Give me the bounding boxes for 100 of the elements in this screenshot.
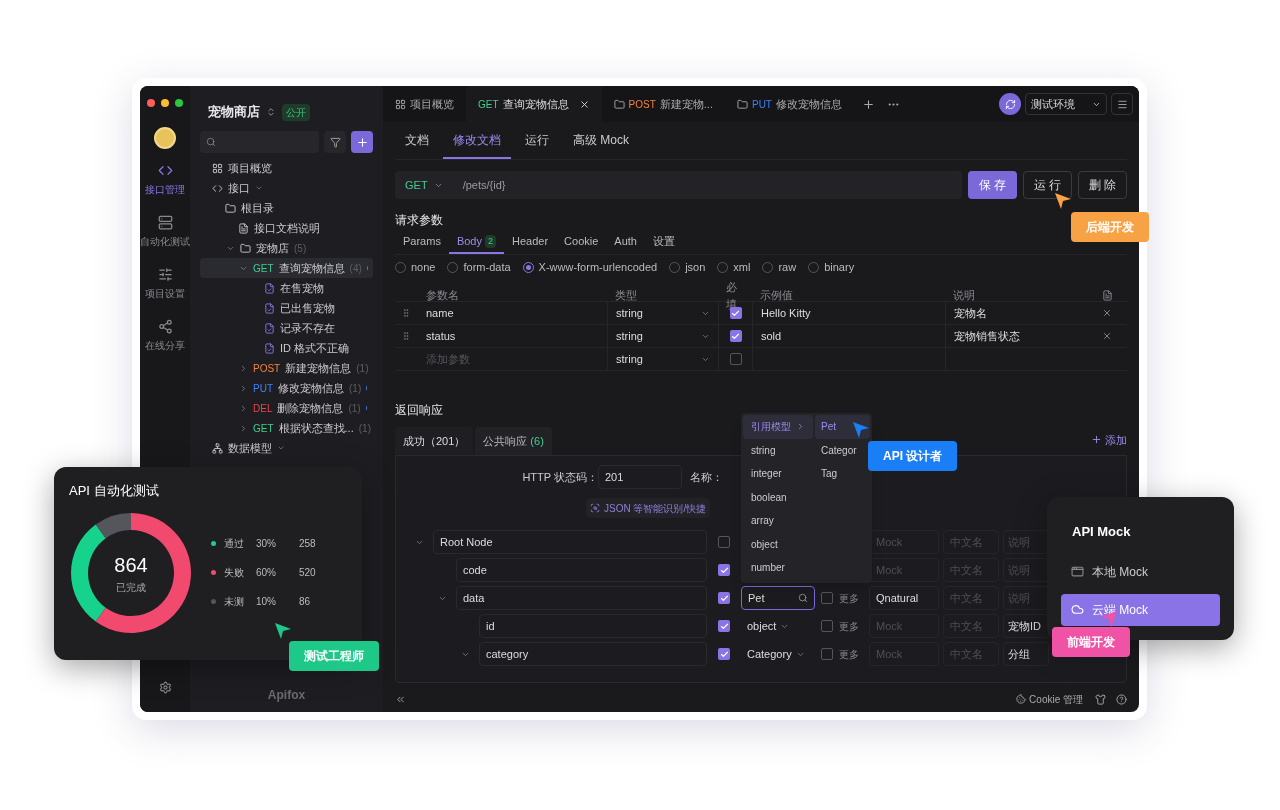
menu-item[interactable]: boolean [743,485,813,509]
editor-tab[interactable]: POST 新建宠物... [601,86,725,122]
field-name-input[interactable]: id [479,614,707,638]
model-item[interactable]: Categor [815,438,870,462]
field-name-input[interactable]: code [456,558,707,582]
param-tab[interactable]: Body 2 [448,231,504,254]
drag-handle-icon[interactable] [401,331,411,341]
tree-item[interactable]: 宠物店 (5) [200,238,373,258]
environment-select[interactable]: 测试环境 [1025,93,1107,115]
action-button[interactable]: 删 除 [1078,171,1127,199]
field-name-input[interactable]: data [456,586,707,610]
type-select[interactable]: object [741,614,815,638]
remove-icon[interactable] [1102,331,1112,341]
doc-tab[interactable]: 高级 Mock [563,122,639,159]
tree-item[interactable]: 在售宠物 [200,278,373,298]
tree-item[interactable]: ID 格式不正确 [200,338,373,358]
rail-item[interactable]: 项目设置 [140,267,190,301]
rail-item[interactable]: 自动化测试 [140,215,190,249]
rail-item[interactable]: 接口管理 [140,163,190,197]
menu-item[interactable]: array [743,509,813,533]
url-field[interactable]: GET /pets/{id} [395,171,962,199]
type-select[interactable]: string [607,325,718,347]
search-field[interactable] [200,131,319,153]
editor-tab[interactable]: GET 查询宠物信息 [466,86,602,122]
param-tab[interactable]: 设置 [644,231,683,254]
doc-tab[interactable]: 文档 [395,122,439,159]
add-button[interactable] [351,131,373,153]
checkbox[interactable] [718,564,730,576]
endpoint-item[interactable]: PUT 修改宠物信息 (1) [200,378,373,398]
menu-item[interactable]: 引用模型 [743,415,813,439]
editor-tab[interactable]: PUT 修改宠物信息 [724,86,854,122]
checkbox[interactable] [821,592,833,604]
new-tab-icon[interactable] [861,97,875,111]
checkbox[interactable] [718,648,730,660]
tree-item[interactable]: 数据模型 [200,438,373,458]
close-icon[interactable] [578,98,590,110]
menu-button[interactable] [1111,93,1133,115]
menu-item[interactable]: object [743,532,813,556]
radio-option[interactable]: X-www-form-urlencoded [522,258,658,276]
doc-tab[interactable]: 修改文档 [443,122,511,159]
radio-option[interactable]: xml [717,258,751,276]
editor-tab[interactable]: 项目概览 [383,86,466,122]
mock-option[interactable]: 本地 Mock [1061,555,1220,588]
status-code-field[interactable]: 201 [598,465,682,489]
endpoint-item[interactable]: DEL 删除宠物信息 (1) [200,398,373,418]
type-select[interactable]: string [607,348,718,370]
checkbox[interactable] [729,330,742,342]
param-tab[interactable]: Cookie [556,231,607,254]
bulk-edit-icon[interactable] [1102,290,1113,301]
save-button[interactable]: 保 存 [968,171,1017,199]
field-name-input[interactable]: category [479,642,707,666]
rail-item[interactable]: 在线分享 [140,319,190,353]
radio-option[interactable]: raw [762,258,797,276]
sync-icon[interactable] [999,93,1021,115]
method-select[interactable]: GET [405,176,443,194]
model-item[interactable]: Tag [815,462,870,486]
radio-option[interactable]: form-data [447,258,511,276]
endpoint-item[interactable]: POST 新建宠物信息 (1) [200,358,373,378]
tree-item[interactable]: 项目概览 [200,158,373,178]
tree-item[interactable]: 接口 [200,178,373,198]
cookie-button[interactable]: Cookie 管理 [1016,691,1083,707]
param-tab[interactable]: Header [504,231,557,254]
menu-item[interactable]: integer [743,462,813,486]
checkbox[interactable] [821,620,833,632]
checkbox[interactable] [729,353,742,365]
checkbox[interactable] [718,620,730,632]
radio-option[interactable]: binary [808,258,855,276]
tree-item[interactable]: 记录不存在 [200,318,373,338]
doc-tab[interactable]: 运行 [515,122,559,159]
drag-handle-icon[interactable] [401,308,411,318]
add-link[interactable]: 添加 [1091,431,1127,448]
field-name-input[interactable]: Root Node [433,530,707,554]
menu-item[interactable]: number [743,556,813,580]
radio-option[interactable]: json [669,258,706,276]
type-search-field[interactable]: Pet [741,586,815,610]
type-select[interactable]: string [607,302,718,324]
tree-item[interactable]: 接口文档说明 [200,218,373,238]
menu-item[interactable]: string [743,438,813,462]
theme-icon[interactable] [1095,693,1106,705]
help-icon[interactable] [1116,693,1127,705]
response-tab[interactable]: 成功（201） [395,427,474,455]
settings-icon[interactable] [158,681,172,694]
smart-import-link[interactable]: JSON 等智能识别/快捷 [586,498,711,518]
checkbox[interactable] [821,648,833,660]
checkbox[interactable] [718,536,730,548]
filter-button[interactable] [324,131,346,153]
radio-option[interactable]: none [395,258,436,276]
tree-item[interactable]: 根目录 [200,198,373,218]
response-tab[interactable]: 公共响应 (6) [475,427,552,455]
description-field[interactable]: 分组 [1003,642,1049,666]
type-select[interactable]: Category [741,642,815,666]
mock-field[interactable]: Qnatural [869,586,939,610]
param-tab[interactable]: Auth [606,231,645,254]
endpoint-item[interactable]: GET 根据状态查找... (1) [200,418,373,438]
tree-item[interactable]: 已出售宠物 [200,298,373,318]
param-tab[interactable]: Params [395,231,449,254]
method-label: PUT [751,97,772,112]
model-item[interactable]: Pet [815,415,870,439]
remove-icon[interactable] [1102,308,1112,318]
checkbox[interactable] [718,592,730,604]
